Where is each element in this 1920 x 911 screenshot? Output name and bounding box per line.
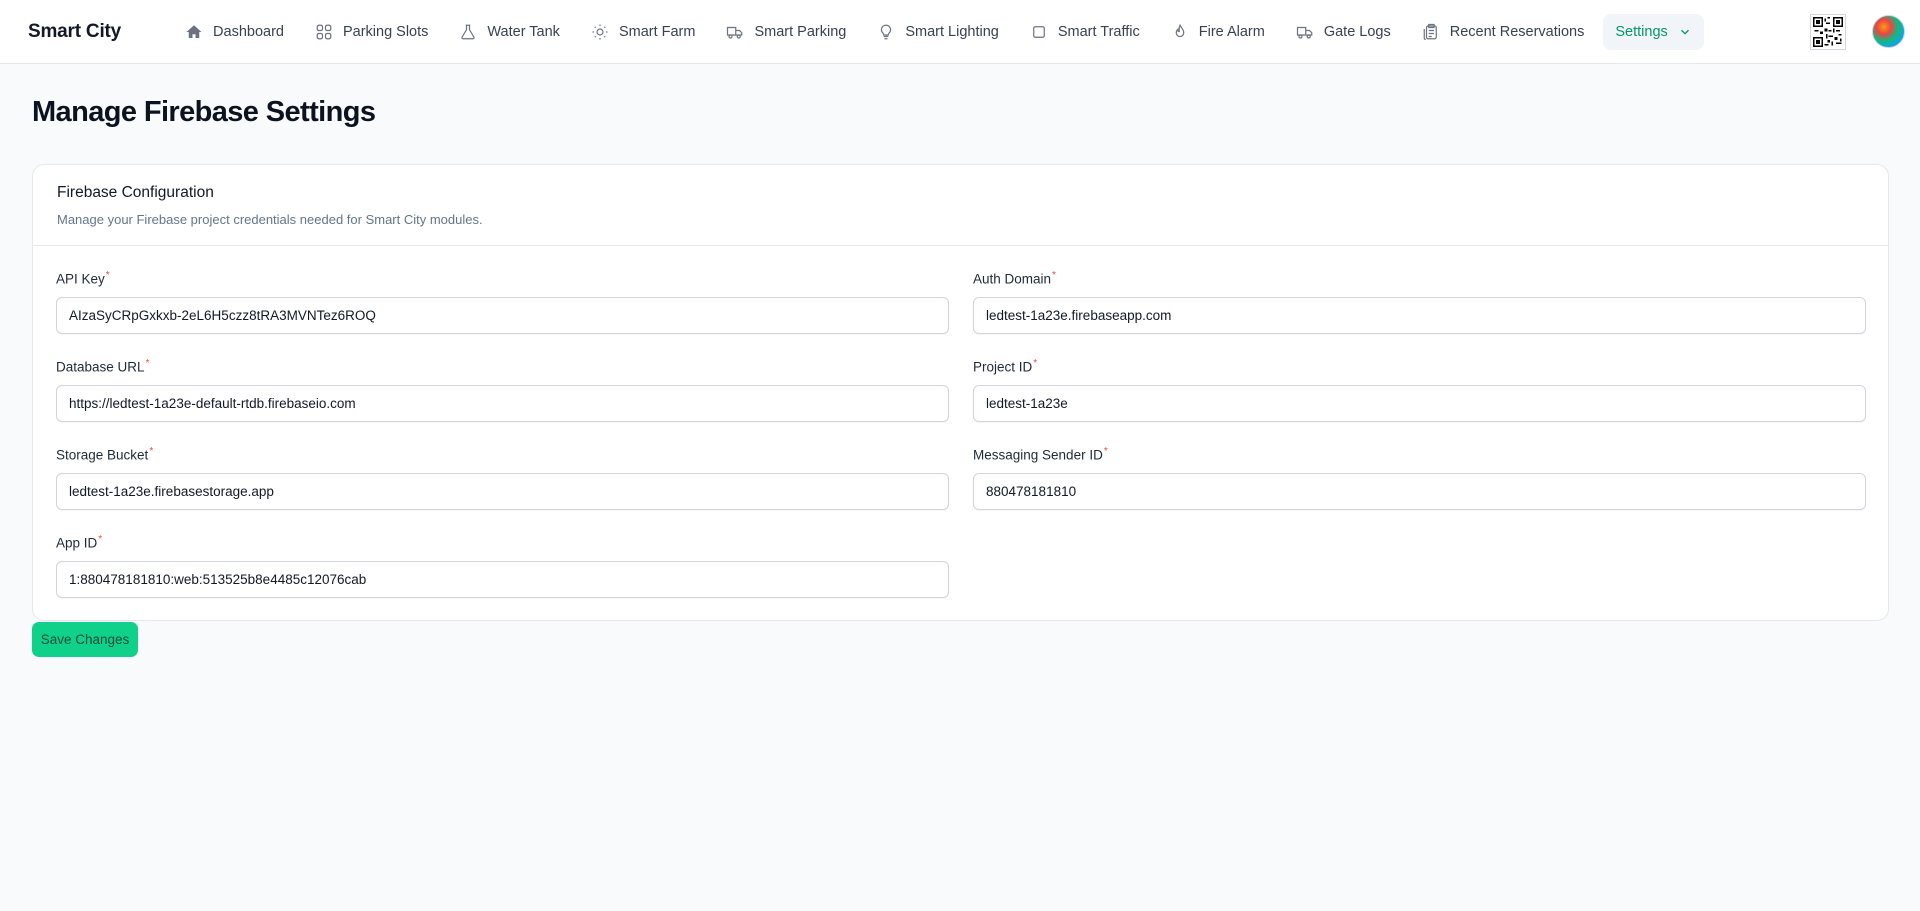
nav-item-settings-dropdown[interactable]: Settings (1603, 13, 1704, 50)
field-label: Messaging Sender ID* (973, 446, 1108, 463)
required-marker: * (1033, 358, 1038, 369)
required-marker: * (145, 358, 150, 369)
nav-item-label: Smart Traffic (1057, 23, 1140, 40)
nav-item-label: Dashboard (213, 23, 284, 40)
nav-item-label: Water Tank (487, 23, 560, 40)
api-key-input[interactable] (56, 297, 949, 334)
grid-icon (315, 23, 333, 41)
project-id-input[interactable] (973, 385, 1866, 422)
nav-item-label: Gate Logs (1323, 23, 1391, 40)
field-api-key: API Key* (56, 270, 949, 334)
card-subtitle: Manage your Firebase project credentials… (57, 212, 483, 227)
truck-icon (726, 23, 744, 41)
nav-item-label: Fire Alarm (1198, 23, 1265, 40)
field-label: App ID* (56, 534, 103, 551)
firebase-config-card: Firebase Configuration Manage your Fireb… (32, 164, 1889, 621)
flame-icon (1171, 23, 1189, 41)
nav-item-parking-slots[interactable]: Parking Slots (303, 14, 440, 50)
nav-item-smart-traffic[interactable]: Smart Traffic (1018, 14, 1152, 50)
nav-item-water-tank[interactable]: Water Tank (447, 14, 572, 50)
truck-icon (1296, 23, 1314, 41)
field-label: Project ID* (973, 358, 1038, 375)
nav-item-label: Smart Lighting (905, 23, 999, 40)
field-app-id: App ID* (56, 534, 949, 598)
save-changes-button[interactable]: Save Changes (32, 622, 138, 657)
card-header: Firebase Configuration Manage your Fireb… (33, 165, 1888, 246)
user-avatar[interactable] (1872, 15, 1905, 48)
clipboard-icon (1422, 23, 1440, 41)
qr-code-icon[interactable] (1810, 14, 1846, 50)
nav-item-smart-farm[interactable]: Smart Farm (579, 14, 708, 50)
flask-icon (459, 23, 477, 41)
card-title: Firebase Configuration (57, 184, 214, 201)
brand-logo-text[interactable]: Smart City (28, 21, 121, 43)
square-icon (1030, 23, 1048, 41)
field-label: API Key* (56, 270, 110, 287)
nav-item-fire-alarm[interactable]: Fire Alarm (1159, 14, 1277, 50)
nav-item-label: Smart Parking (754, 23, 847, 40)
auth-domain-input[interactable] (973, 297, 1866, 334)
nav-item-label: Recent Reservations (1449, 23, 1585, 40)
top-navigation-bar: Smart City Dashboard Parking Slots Water… (0, 0, 1920, 64)
nav-item-gate-logs[interactable]: Gate Logs (1284, 14, 1403, 50)
storage-bucket-input[interactable] (56, 473, 949, 510)
required-marker: * (1103, 446, 1108, 457)
lightbulb-icon (877, 23, 895, 41)
app-id-input[interactable] (56, 561, 949, 598)
main-nav: Dashboard Parking Slots Water Tank Smart… (173, 0, 1711, 63)
required-marker: * (105, 270, 110, 281)
field-database-url: Database URL* (56, 358, 949, 422)
database-url-input[interactable] (56, 385, 949, 422)
home-icon (185, 23, 203, 41)
nav-item-label: Smart Farm (618, 23, 696, 40)
field-label: Database URL* (56, 358, 150, 375)
messaging-sender-id-input[interactable] (973, 473, 1866, 510)
page-title: Manage Firebase Settings (32, 96, 376, 128)
nav-item-smart-lighting[interactable]: Smart Lighting (865, 14, 1011, 50)
required-marker: * (149, 446, 154, 457)
nav-item-recent-reservations[interactable]: Recent Reservations (1410, 14, 1597, 50)
field-label: Auth Domain* (973, 270, 1056, 287)
sun-icon (591, 23, 609, 41)
field-project-id: Project ID* (973, 358, 1866, 422)
chevron-down-icon (1678, 25, 1692, 39)
required-marker: * (98, 534, 103, 545)
nav-item-label: Parking Slots (342, 23, 429, 40)
field-auth-domain: Auth Domain* (973, 270, 1866, 334)
nav-item-smart-parking[interactable]: Smart Parking (714, 14, 858, 50)
field-messaging-sender-id: Messaging Sender ID* (973, 446, 1866, 510)
nav-item-dashboard[interactable]: Dashboard (173, 14, 296, 50)
nav-item-label: Settings (1615, 23, 1668, 40)
field-label: Storage Bucket* (56, 446, 154, 463)
field-storage-bucket: Storage Bucket* (56, 446, 949, 510)
required-marker: * (1052, 270, 1056, 281)
